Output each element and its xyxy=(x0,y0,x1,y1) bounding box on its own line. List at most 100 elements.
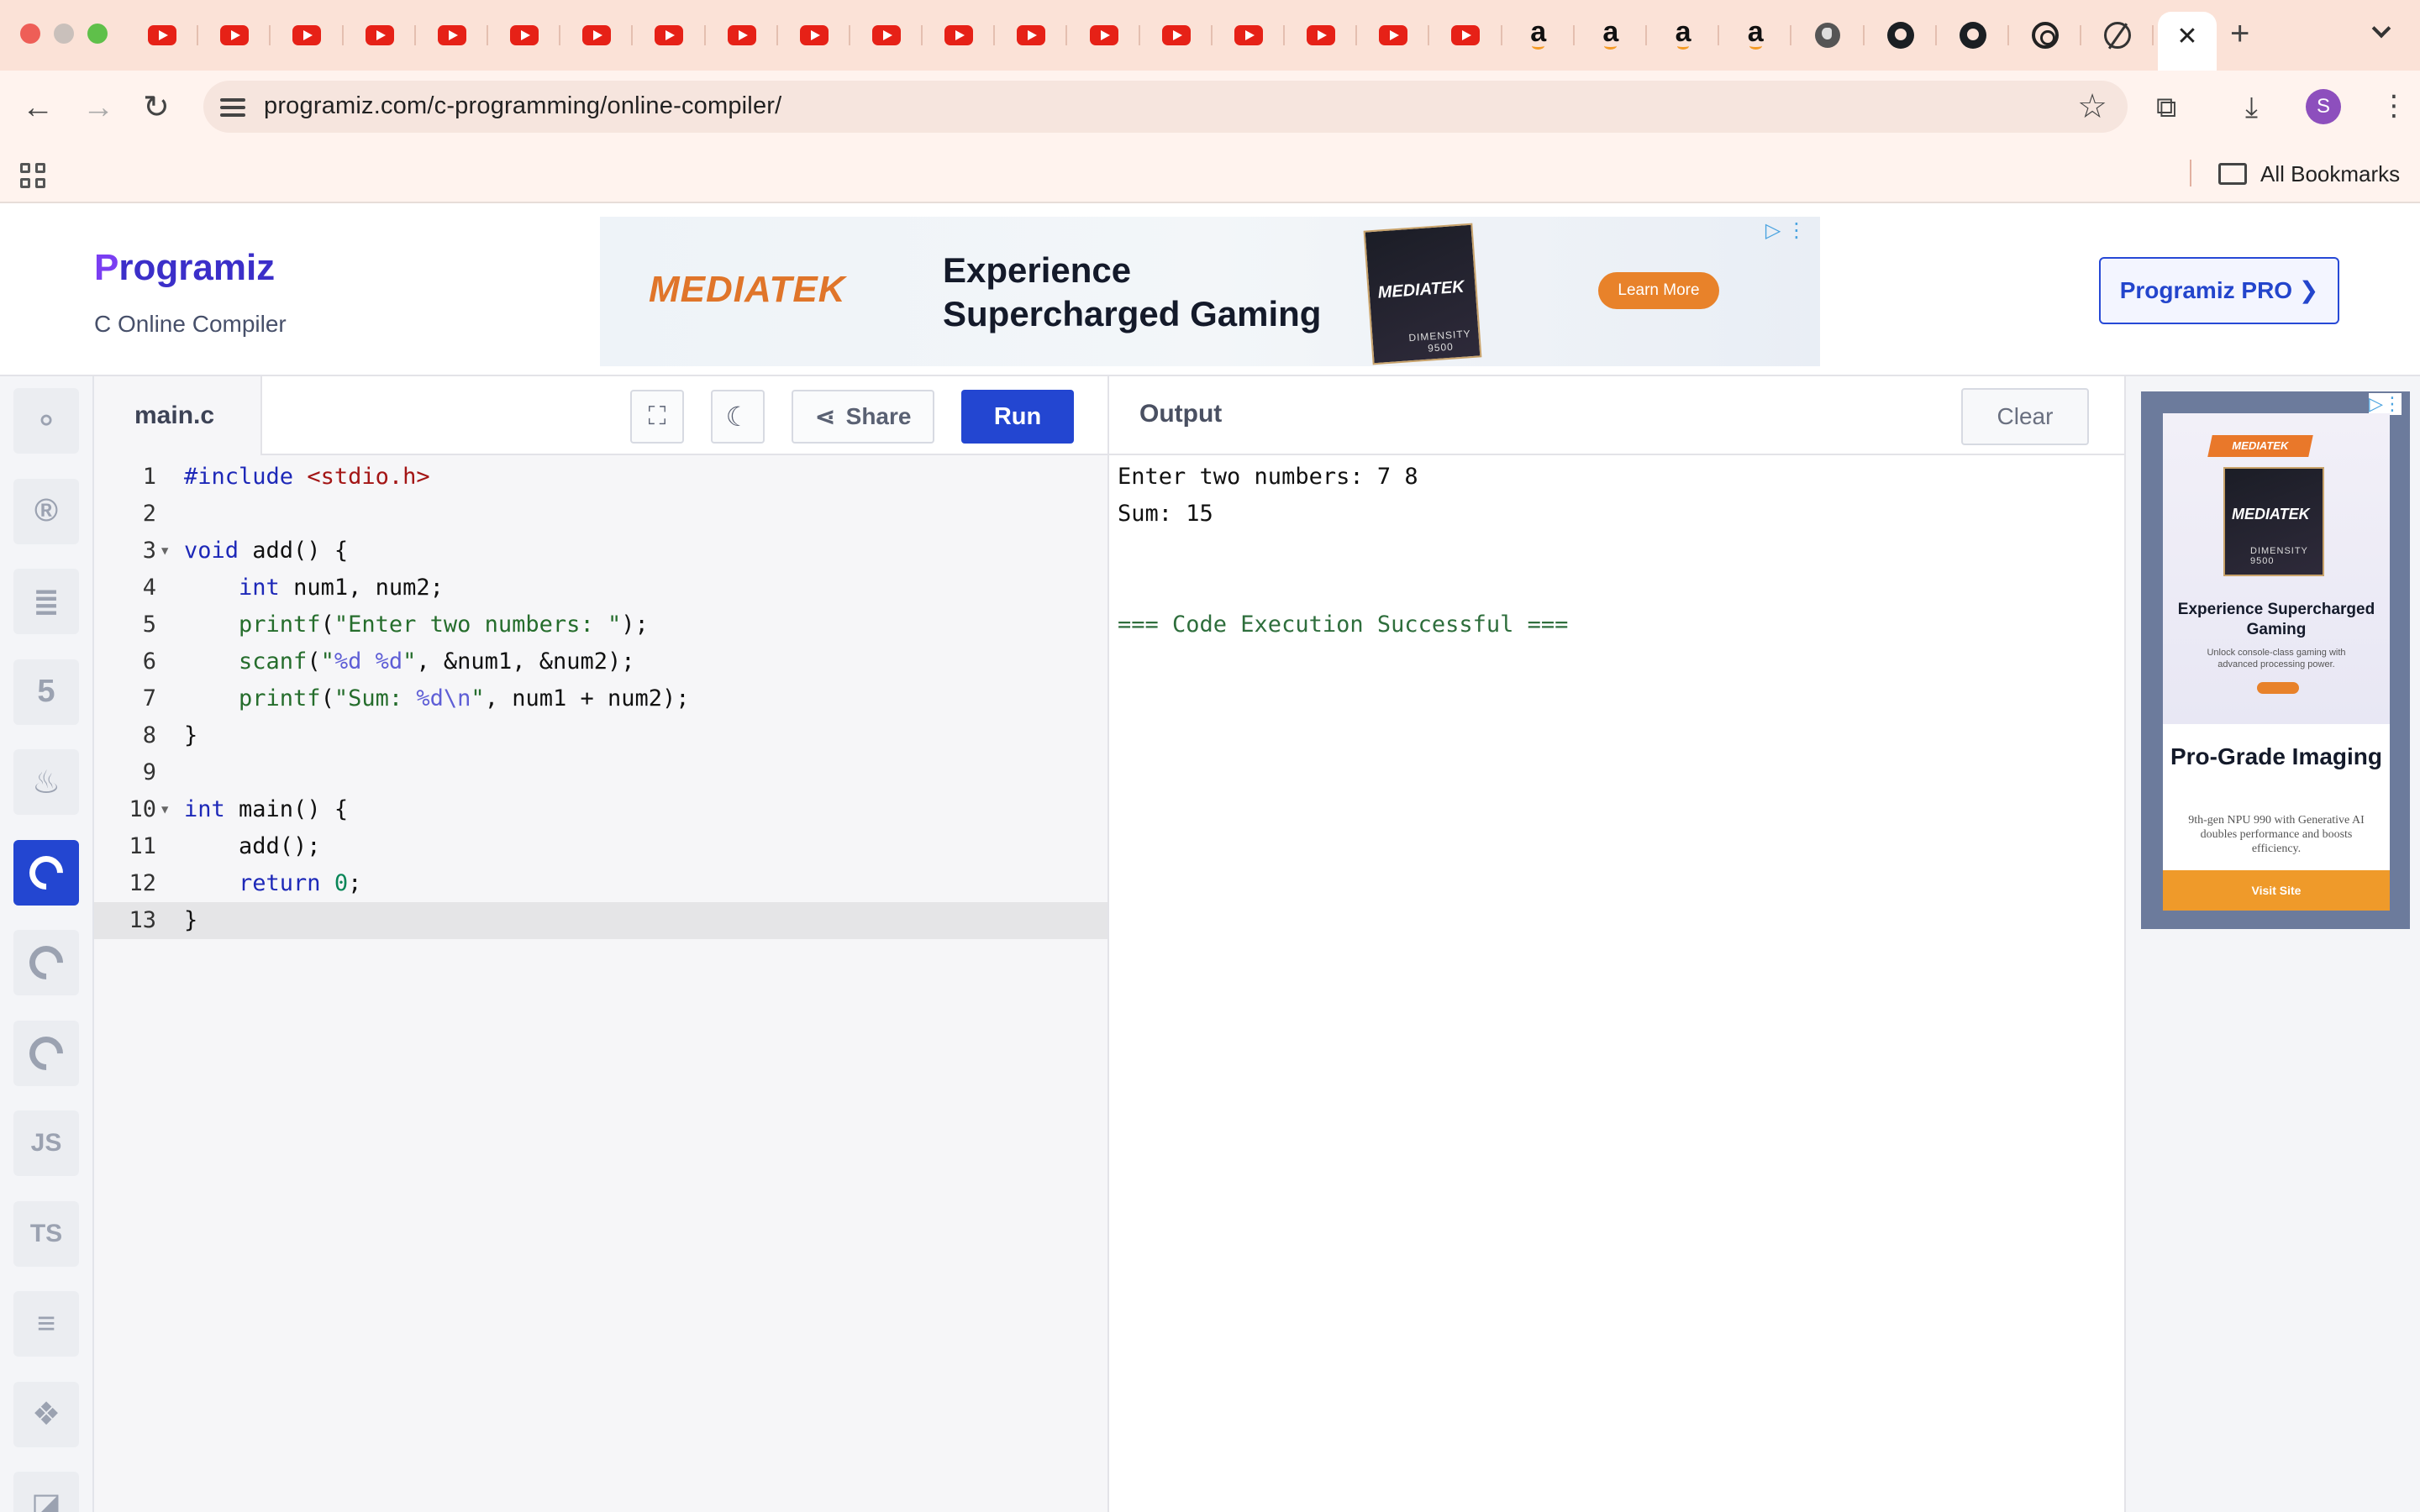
adchoices-icon[interactable]: ▷ ⋮ xyxy=(1765,218,1807,243)
language-r-button[interactable]: ® xyxy=(13,478,79,544)
avatar[interactable]: S xyxy=(2306,89,2341,124)
apps-grid-icon[interactable] xyxy=(20,163,45,188)
browser-tab[interactable] xyxy=(2009,12,2082,59)
adchoices-icon[interactable]: ▷⋮ xyxy=(2369,393,2402,415)
browser-tab[interactable] xyxy=(1865,12,1937,59)
browser-tab[interactable] xyxy=(995,12,1068,59)
code-line[interactable]: 8} xyxy=(94,717,1107,754)
all-bookmarks-link[interactable]: All Bookmarks xyxy=(2260,161,2400,187)
clear-button[interactable]: Clear xyxy=(1961,388,2089,445)
code-line[interactable]: 1 #include <stdio.h> xyxy=(94,459,1107,496)
file-tab[interactable]: main.c xyxy=(94,376,262,455)
browser-tab[interactable]: a xyxy=(1647,12,1720,59)
html5-icon: 5 xyxy=(37,674,55,709)
bookmark-star-icon[interactable]: ☆ xyxy=(2077,87,2107,126)
window-close-button[interactable] xyxy=(20,24,40,44)
code-line[interactable]: 9 xyxy=(94,754,1107,791)
window-minimize-button[interactable] xyxy=(54,24,74,44)
ad-card[interactable]: MEDIATEK MEDIATEK DIMENSITY 9500 Experie… xyxy=(2163,413,2390,911)
fullscreen-button[interactable]: ⛶ xyxy=(630,390,684,444)
code-line[interactable]: 7 printf("Sum: %d\n", num1 + num2); xyxy=(94,680,1107,717)
browser-tab[interactable] xyxy=(1429,12,1502,59)
active-tab[interactable]: ✕ xyxy=(2158,12,2217,71)
browser-tab[interactable] xyxy=(416,12,489,59)
programiz-pro-button[interactable]: Programiz PRO ❯ xyxy=(2099,257,2339,324)
code-area[interactable]: 1 #include <stdio.h> 2 3 ▼ void add() {4 int … xyxy=(94,459,1107,939)
ad-learn-more-button[interactable]: Learn More xyxy=(1598,272,1719,309)
run-button[interactable]: Run xyxy=(961,390,1074,444)
code-line[interactable]: 2 xyxy=(94,496,1107,533)
code-line[interactable]: 4 int num1, num2; xyxy=(94,570,1107,606)
browser-menu-icon[interactable]: ⋮ xyxy=(2380,89,2408,123)
chevron-down-icon[interactable] xyxy=(2371,18,2391,39)
language-go-button[interactable]: ≡ xyxy=(13,1291,79,1357)
code-line[interactable]: 13} xyxy=(94,902,1107,939)
language-csharp-button[interactable] xyxy=(13,1020,79,1086)
ad-visit-site-button[interactable]: Visit Site xyxy=(2163,870,2390,911)
chip-image: MEDIATEK DIMENSITY 9500 xyxy=(2223,467,2324,576)
browser-tab[interactable] xyxy=(560,12,634,59)
banner-ad[interactable]: MEDIATEK Experience Supercharged Gaming … xyxy=(600,217,1820,366)
language-html-button[interactable]: 5 xyxy=(13,659,79,725)
sidebar-ad[interactable]: ▷⋮ MEDIATEK MEDIATEK DIMENSITY 9500 Expe… xyxy=(2141,391,2410,929)
browser-tab[interactable] xyxy=(1357,12,1430,59)
code-line[interactable]: 3 ▼ void add() { xyxy=(94,533,1107,570)
browser-tab[interactable]: a xyxy=(1575,12,1648,59)
output-console[interactable]: Enter two numbers: 7 8 Sum: 15 === Code Ex… xyxy=(1118,459,1568,643)
language-c-button[interactable] xyxy=(13,839,79,906)
browser-tab[interactable] xyxy=(1213,12,1286,59)
browser-tab[interactable] xyxy=(1140,12,1213,59)
code-line[interactable]: 12 return 0; xyxy=(94,865,1107,902)
browser-tab[interactable] xyxy=(778,12,851,59)
browser-tab[interactable] xyxy=(706,12,778,59)
line-number: 7 xyxy=(142,685,156,711)
browser-tab[interactable]: a xyxy=(1719,12,1792,59)
share-button[interactable]: ⋖ Share xyxy=(792,390,934,444)
back-arrow-icon[interactable]: ← xyxy=(22,91,54,124)
browser-tab[interactable] xyxy=(850,12,923,59)
browser-tab[interactable] xyxy=(1791,12,1865,59)
browser-tab[interactable] xyxy=(1067,12,1140,59)
browser-tab[interactable] xyxy=(923,12,996,59)
browser-tab[interactable] xyxy=(1285,12,1358,59)
programiz-logo[interactable]: Programiz xyxy=(94,247,275,289)
browser-tab[interactable] xyxy=(1937,12,2010,59)
code-line[interactable]: 5 printf("Enter two numbers: "); xyxy=(94,606,1107,643)
close-icon[interactable]: ✕ xyxy=(2176,22,2197,51)
browser-tab[interactable]: a xyxy=(1502,12,1575,59)
window-maximize-button[interactable] xyxy=(87,24,108,44)
language-sql-button[interactable]: ≣ xyxy=(13,569,79,634)
ad-mini-button[interactable] xyxy=(2257,682,2299,694)
code-line[interactable]: 11 add(); xyxy=(94,828,1107,865)
fold-arrow-icon[interactable]: ▼ xyxy=(161,533,168,570)
url-text[interactable]: programiz.com/c-programming/online-compi… xyxy=(264,92,781,120)
browser-tab[interactable] xyxy=(2081,12,2154,59)
fold-arrow-icon[interactable]: ▼ xyxy=(161,791,168,828)
browser-tab[interactable] xyxy=(633,12,706,59)
language-python-button[interactable]: ⚬ xyxy=(13,388,79,454)
language-swift-button[interactable]: ❖ xyxy=(13,1381,79,1447)
browser-tab[interactable] xyxy=(488,12,561,59)
folder-icon[interactable] xyxy=(2218,163,2247,185)
fullscreen-icon: ⛶ xyxy=(648,402,666,430)
browser-tab[interactable] xyxy=(344,12,416,59)
browser-tab[interactable] xyxy=(198,12,271,59)
theme-toggle-button[interactable]: ☾ xyxy=(711,390,765,444)
language-typescript-button[interactable]: TS xyxy=(13,1200,79,1267)
code-line[interactable]: 6 scanf("%d %d", &num1, &num2); xyxy=(94,643,1107,680)
right-ad-column: ▷⋮ MEDIATEK MEDIATEK DIMENSITY 9500 Expe… xyxy=(2124,376,2420,1512)
language-java-button[interactable]: ♨ xyxy=(13,749,79,815)
reload-icon[interactable]: ↻ xyxy=(143,91,170,124)
language-cpp-button[interactable] xyxy=(13,930,79,995)
download-icon[interactable]: ⤓ xyxy=(2245,91,2258,124)
new-tab-button[interactable]: + xyxy=(2230,17,2249,50)
extensions-icon[interactable]: ⧉ xyxy=(2156,91,2176,124)
forward-arrow-icon[interactable]: → xyxy=(82,91,114,124)
language-rust-button[interactable]: ◪ xyxy=(13,1472,79,1512)
site-info-icon[interactable] xyxy=(220,94,245,119)
code-line[interactable]: 10 ▼ int main() { xyxy=(94,791,1107,828)
browser-tab[interactable] xyxy=(271,12,344,59)
address-bar[interactable]: programiz.com/c-programming/online-compi… xyxy=(203,81,2128,133)
language-javascript-button[interactable]: JS xyxy=(13,1110,79,1176)
browser-tab[interactable] xyxy=(126,12,199,59)
